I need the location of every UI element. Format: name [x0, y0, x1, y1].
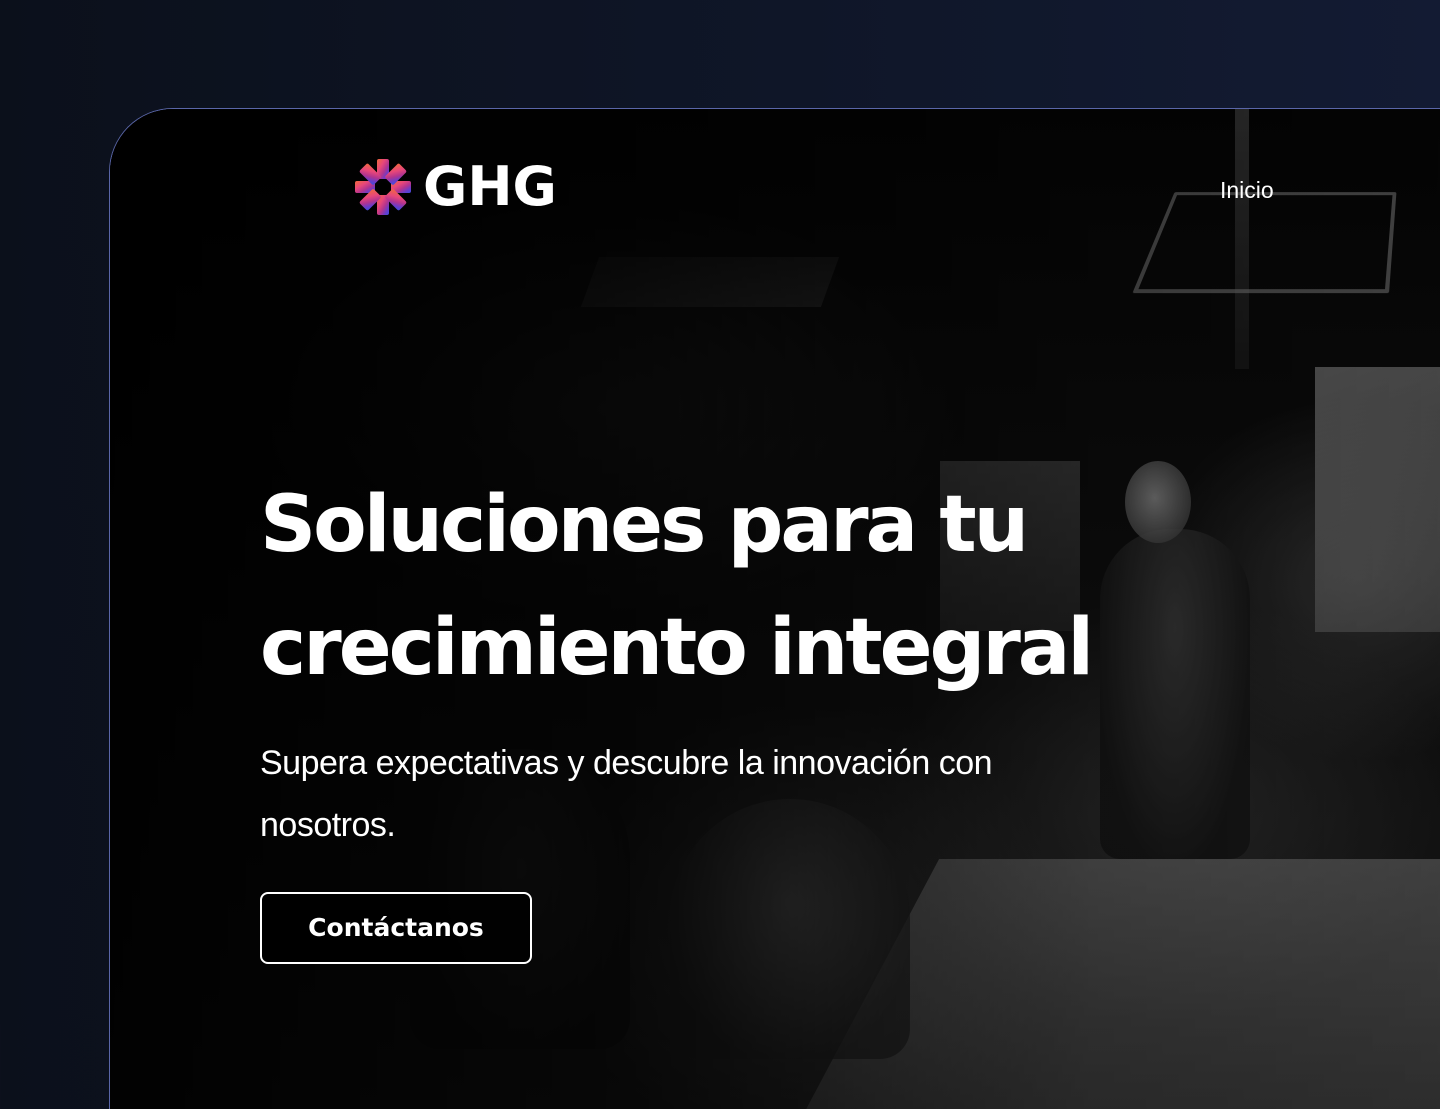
hero-subtitle: Supera expectativas y descubre la innova… — [260, 744, 993, 844]
hero-title: Soluciones para tu crecimiento integral — [260, 464, 1160, 710]
hero-title-line1: Soluciones para tu — [260, 480, 1029, 570]
browser-frame: GHG Inicio Soluciones para tu crecimient… — [109, 108, 1440, 1109]
hero-title-line2: crecimiento integral — [260, 603, 1094, 693]
brand-name: GHG — [423, 155, 557, 218]
hero-section: Soluciones para tu crecimiento integral … — [260, 464, 1160, 964]
contact-button[interactable]: Contáctanos — [260, 892, 532, 964]
nav-link-inicio[interactable]: Inicio — [1220, 177, 1274, 204]
starburst-logo-icon — [355, 159, 411, 215]
brand-logo[interactable]: GHG — [353, 157, 557, 217]
